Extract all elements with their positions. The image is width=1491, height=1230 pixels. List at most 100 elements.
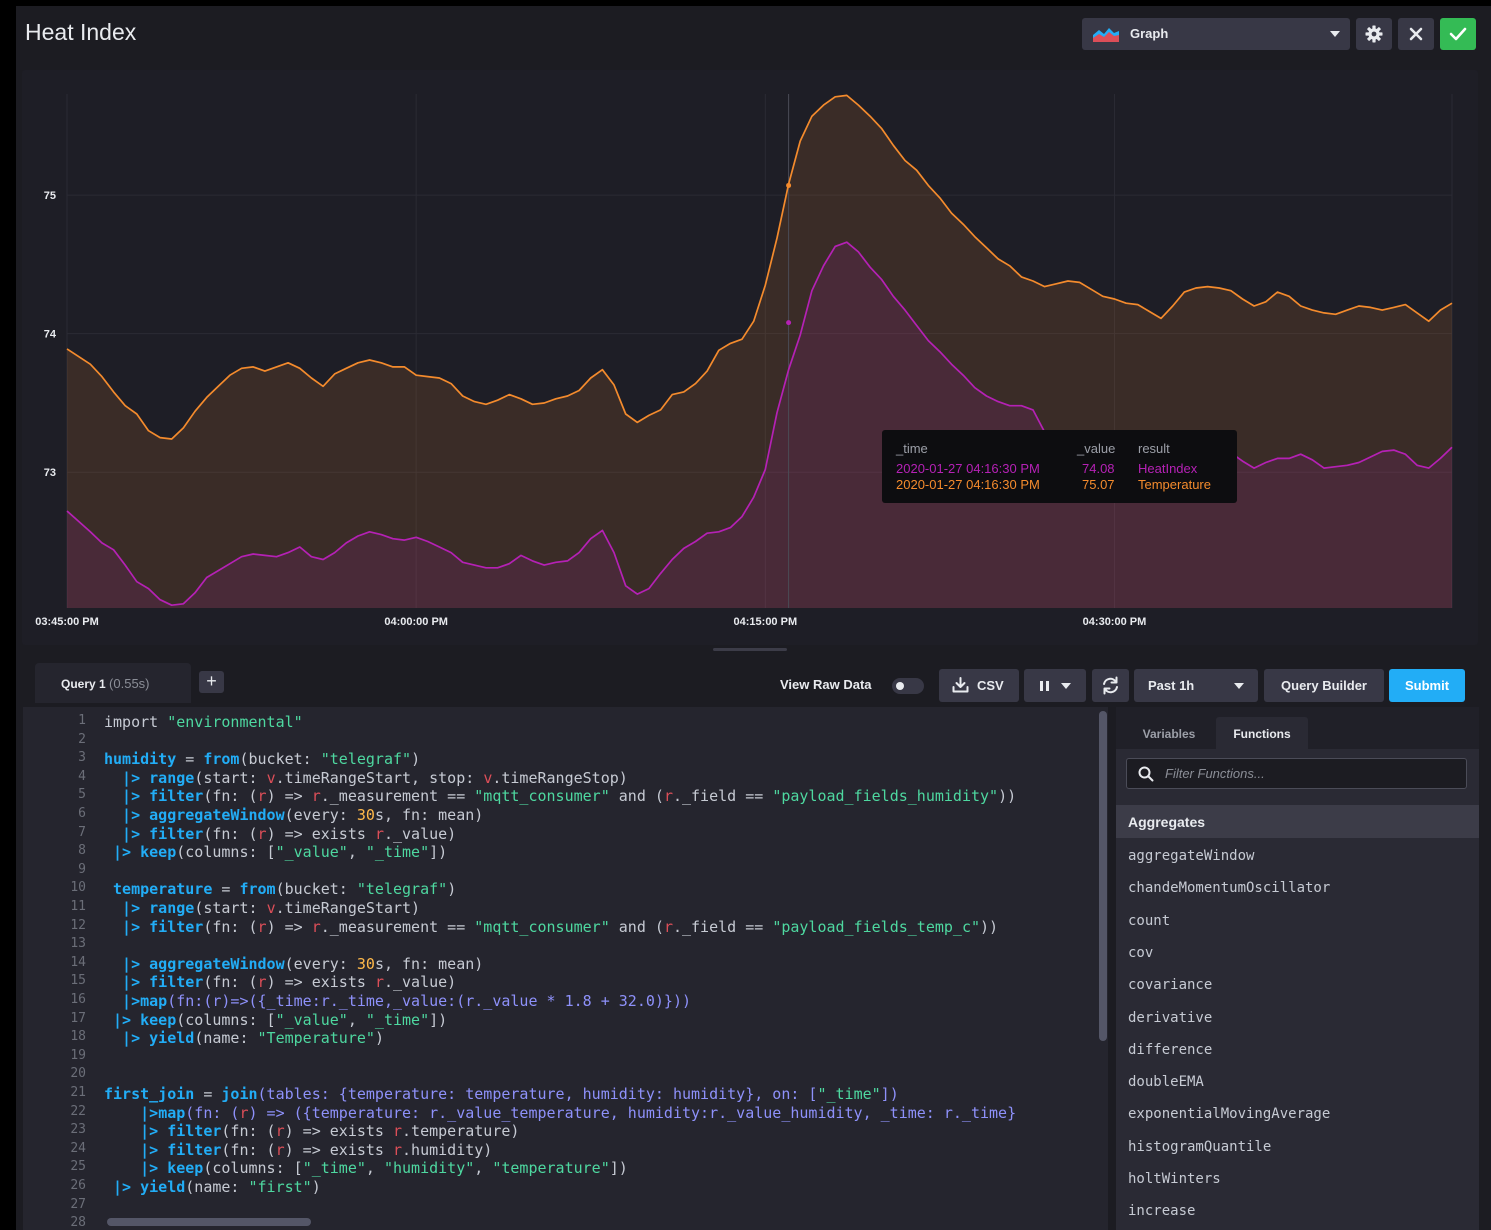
x-tick-label: 04:30:00 PM — [1083, 616, 1147, 628]
page-title: Heat Index — [25, 19, 137, 45]
vertical-scrollbar[interactable] — [1099, 711, 1107, 1041]
filter-functions-input[interactable] — [1165, 766, 1455, 781]
function-item[interactable]: holtWinters — [1128, 1171, 1221, 1187]
line-number: 9 — [78, 861, 86, 877]
time-range-label: Past 1h — [1148, 678, 1195, 693]
tooltip-row-result: Temperature — [1138, 477, 1211, 492]
function-item[interactable]: doubleEMA — [1128, 1074, 1204, 1090]
line-chart[interactable]: 73 74 75 03:45:00 PM 04:00:00 PM 04:15:00 PM… — [22, 70, 1478, 645]
function-item[interactable]: cov — [1128, 945, 1153, 961]
save-button[interactable] — [1440, 18, 1476, 50]
function-item[interactable]: derivative — [1128, 1010, 1212, 1026]
function-item[interactable]: count — [1128, 913, 1170, 929]
submit-button[interactable]: Submit — [1389, 669, 1465, 702]
function-item[interactable]: increase — [1128, 1203, 1195, 1219]
code-editor[interactable]: 1 import "environmental" 2 3 humidity = from… — [23, 707, 1108, 1230]
code-text: |> filter(fn: (r) => exists r.temperatur… — [104, 1122, 520, 1141]
line-number: 6 — [78, 806, 86, 821]
function-item[interactable]: covariance — [1128, 977, 1212, 993]
code-text: first_join = join(tables: {temperature: … — [104, 1085, 899, 1103]
line-number: 19 — [70, 1047, 86, 1063]
code-text: |> range(start: v.timeRangeStart) — [104, 899, 421, 917]
hover-tooltip: _time _value result 2020-01-27 04:16:30 … — [882, 430, 1237, 503]
tab-functions[interactable]: Functions — [1216, 717, 1308, 749]
chevron-down-icon — [1061, 683, 1071, 689]
code-text: |> keep(columns: ["_time", "humidity", "… — [104, 1159, 628, 1178]
function-item[interactable]: aggregateWindow — [1128, 848, 1254, 864]
code-text: temperature = from(bucket: "telegraf") — [104, 880, 457, 899]
line-number: 8 — [78, 843, 86, 859]
autorefresh-dropdown[interactable] — [1024, 669, 1086, 702]
line-number: 15 — [70, 973, 86, 989]
tooltip-header-time: _time — [896, 441, 928, 456]
code-text: |> aggregateWindow(every: 30s, fn: mean) — [104, 954, 484, 973]
checkmark-icon — [1449, 27, 1467, 41]
search-icon — [1138, 766, 1154, 782]
code-text: |> aggregateWindow(every: 30s, fn: mean) — [104, 806, 484, 824]
query-tab-duration: (0.55s) — [109, 676, 150, 691]
cancel-button[interactable] — [1398, 18, 1434, 50]
tooltip-header-result: result — [1138, 441, 1170, 456]
line-number: 21 — [70, 1085, 86, 1100]
code-text: |> filter(fn: (r) => exists r.humidity) — [104, 1140, 493, 1159]
y-tick-label: 73 — [44, 467, 56, 479]
line-number: 16 — [70, 992, 86, 1007]
csv-download-button[interactable]: CSV — [939, 669, 1019, 702]
time-range-dropdown[interactable]: Past 1h — [1134, 669, 1258, 702]
y-axis-ticks: 73 74 75 — [44, 190, 57, 479]
tooltip-header-value: _value — [1077, 441, 1116, 456]
csv-label: CSV — [977, 678, 1004, 693]
code-text: |> filter(fn: (r) => r._measurement == "… — [104, 787, 1017, 806]
refresh-button[interactable] — [1092, 669, 1129, 702]
code-text: |> keep(columns: ["_value", "_time"]) — [104, 1010, 448, 1029]
add-query-button[interactable]: + — [199, 671, 224, 693]
filter-functions-field[interactable] — [1126, 758, 1467, 789]
tooltip-row-value: 74.08 — [1082, 461, 1115, 476]
horizontal-scrollbar[interactable] — [107, 1218, 311, 1226]
line-number: 7 — [78, 824, 86, 840]
gear-icon — [1365, 25, 1383, 43]
code-text: |> yield(name: "Temperature") — [104, 1029, 384, 1048]
code-text: |>map(fn: (r) => ({temperature: r._value… — [104, 1103, 1017, 1122]
close-icon — [1409, 27, 1423, 41]
code-text: |> range(start: v.timeRangeStart, stop: … — [104, 768, 628, 787]
tab-variables[interactable]: Variables — [1126, 717, 1212, 749]
line-number: 26 — [70, 1178, 86, 1193]
line-number: 11 — [70, 899, 86, 914]
line-number: 2 — [78, 731, 86, 747]
code-text: import "environmental" — [104, 713, 303, 731]
line-number: 3 — [78, 750, 86, 766]
tab-query-1[interactable]: Query 1 (0.55s) — [35, 663, 191, 703]
view-raw-data-toggle[interactable] — [892, 678, 924, 694]
line-number: 12 — [70, 917, 86, 933]
category-header-aggregates[interactable]: Aggregates — [1116, 805, 1479, 838]
tooltip-row-time: 2020-01-27 04:16:30 PM — [896, 461, 1040, 476]
chevron-down-icon — [1234, 683, 1244, 689]
code-text: |> keep(columns: ["_value", "_time"]) — [104, 843, 448, 862]
hover-point — [786, 320, 792, 326]
function-item[interactable]: difference — [1128, 1042, 1212, 1058]
line-number: 4 — [78, 768, 86, 784]
view-type-dropdown[interactable]: Graph — [1082, 18, 1350, 50]
function-item[interactable]: chandeMomentumOscillator — [1128, 880, 1330, 896]
line-number: 24 — [70, 1140, 86, 1156]
line-number: 5 — [78, 787, 86, 803]
function-item[interactable]: exponentialMovingAverage — [1128, 1106, 1330, 1122]
x-tick-label: 03:45:00 PM — [35, 616, 99, 628]
x-tick-label: 04:15:00 PM — [734, 616, 798, 628]
tooltip-row-value: 75.07 — [1082, 477, 1115, 492]
download-icon — [952, 677, 969, 693]
line-number: 27 — [70, 1196, 86, 1212]
settings-button[interactable] — [1356, 18, 1392, 50]
query-builder-button[interactable]: Query Builder — [1264, 669, 1384, 702]
function-panel: Variables Functions Aggregates aggregate… — [1116, 707, 1479, 1230]
graph-panel[interactable]: 73 74 75 03:45:00 PM 04:00:00 PM 04:15:00 PM… — [22, 70, 1478, 645]
line-number: 14 — [70, 954, 86, 970]
panel-resize-handle[interactable] — [713, 648, 787, 651]
query-toolbar: Query 1 (0.55s) + View Raw Data CSV Past… — [16, 654, 1491, 704]
code-text: humidity = from(bucket: "telegraf") — [104, 750, 421, 769]
line-number: 20 — [70, 1066, 86, 1082]
function-item[interactable]: histogramQuantile — [1128, 1139, 1271, 1155]
y-tick-label: 74 — [44, 329, 57, 341]
view-raw-data-label: View Raw Data — [780, 677, 872, 692]
